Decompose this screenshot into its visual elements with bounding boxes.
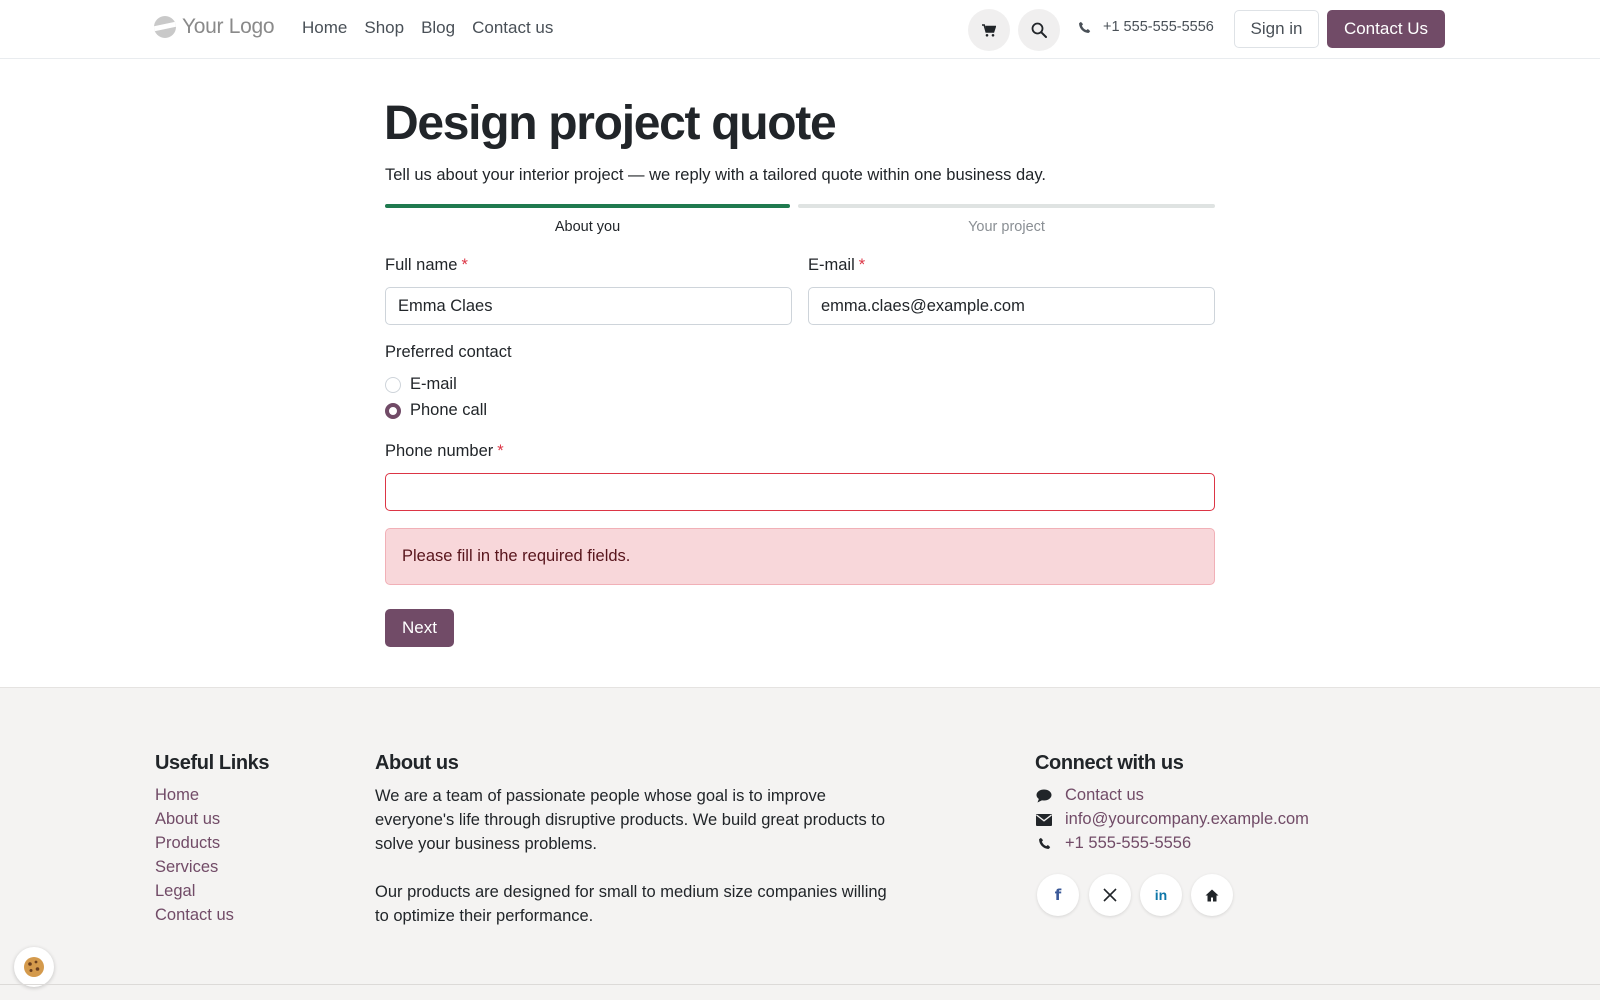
- footer-link-products[interactable]: Products: [155, 834, 234, 853]
- useful-links-title: Useful Links: [155, 752, 270, 774]
- search-button[interactable]: [1018, 9, 1060, 51]
- required-marker: *: [497, 442, 504, 460]
- footer-link-home[interactable]: Home: [155, 786, 234, 805]
- search-icon: [1031, 22, 1047, 38]
- connect-email[interactable]: info@yourcompany.example.com: [1035, 810, 1309, 829]
- radio-email-label: E-mail: [410, 375, 457, 393]
- header-phone-link[interactable]: +1 555-555-5556: [1078, 19, 1214, 35]
- next-button[interactable]: Next: [385, 609, 454, 647]
- radio-email[interactable]: [385, 376, 401, 393]
- about-us-title: About us: [375, 752, 459, 774]
- header-phone-text: +1 555-555-5556: [1103, 19, 1214, 35]
- logo-text: Your Logo: [182, 15, 275, 38]
- connect-phone[interactable]: +1 555-555-5556: [1035, 834, 1309, 853]
- step-label-your-project: Your project: [968, 219, 1045, 235]
- main-nav: Home Shop Blog Contact us: [302, 18, 553, 38]
- nav-home[interactable]: Home: [302, 18, 347, 38]
- radio-phone-call-label: Phone call: [410, 401, 488, 419]
- full-name-label: Full name *: [385, 256, 468, 275]
- x-button[interactable]: [1089, 874, 1131, 916]
- nav-blog[interactable]: Blog: [421, 18, 455, 38]
- connect-list: Contact us info@yourcompany.example.com …: [1035, 786, 1309, 853]
- cookie-button[interactable]: [14, 947, 54, 987]
- required-marker: *: [858, 256, 866, 274]
- email-label-text: E-mail: [808, 256, 855, 274]
- sign-in-button[interactable]: Sign in: [1234, 10, 1319, 48]
- radio-option-phone-call[interactable]: Phone call: [385, 401, 487, 420]
- linkedin-icon: in: [1154, 887, 1168, 903]
- home-button[interactable]: [1191, 874, 1233, 916]
- error-alert: Please fill in the required fields.: [385, 528, 1215, 585]
- connect-phone-text: +1 555-555-5556: [1065, 834, 1192, 852]
- connect-contact-us[interactable]: Contact us: [1035, 786, 1309, 805]
- footer-link-legal[interactable]: Legal: [155, 882, 234, 901]
- progress-step-about-you: [385, 204, 790, 208]
- nav-contact-us[interactable]: Contact us: [472, 18, 553, 38]
- page-title: Design project quote: [384, 97, 837, 150]
- cookie-icon: [24, 957, 44, 977]
- facebook-button[interactable]: f: [1037, 874, 1079, 916]
- phone-number-label: Phone number *: [385, 442, 504, 461]
- footer-link-services[interactable]: Services: [155, 858, 234, 877]
- home-icon: [1205, 889, 1219, 901]
- chat-icon: [1035, 789, 1053, 803]
- linkedin-button[interactable]: in: [1140, 874, 1182, 916]
- phone-icon: [1035, 837, 1053, 850]
- email-input[interactable]: emma.claes@example.com: [808, 287, 1215, 325]
- radio-option-email[interactable]: E-mail: [385, 375, 457, 394]
- about-us-paragraph-2: Our products are designed for small to m…: [375, 883, 887, 925]
- preferred-contact-label: Preferred contact: [385, 343, 512, 361]
- step-label-about-you: About you: [554, 219, 621, 235]
- footer-link-contact-us[interactable]: Contact us: [155, 906, 234, 925]
- email-label: E-mail *: [808, 256, 865, 275]
- about-us-paragraph-1: We are a team of passionate people whose…: [375, 787, 886, 853]
- site-header: Your Logo Home Shop Blog Contact us +1 5…: [0, 0, 1600, 59]
- full-name-input[interactable]: Emma Claes: [385, 287, 792, 325]
- cart-icon: [982, 23, 996, 37]
- nav-shop[interactable]: Shop: [364, 18, 404, 38]
- envelope-icon: [1035, 813, 1053, 826]
- contact-us-button[interactable]: Contact Us: [1327, 10, 1445, 48]
- useful-links-list: Home About us Products Services Legal Co…: [155, 786, 234, 925]
- required-marker: *: [461, 256, 468, 274]
- full-name-label-text: Full name: [385, 256, 458, 274]
- phone-number-input[interactable]: [385, 473, 1215, 511]
- phone-number-label-text: Phone number: [385, 442, 494, 460]
- progress-step-your-project: [798, 204, 1215, 208]
- connect-title: Connect with us: [1035, 752, 1184, 774]
- logo-icon: [154, 16, 176, 38]
- page-subtitle: Tell us about your interior project — we…: [385, 166, 1046, 184]
- footer-link-about-us[interactable]: About us: [155, 810, 234, 829]
- facebook-icon: f: [1054, 886, 1062, 904]
- connect-contact-us-text: Contact us: [1065, 786, 1144, 804]
- phone-icon: [1079, 21, 1091, 33]
- connect-email-text: info@yourcompany.example.com: [1065, 810, 1309, 828]
- logo[interactable]: Your Logo: [154, 15, 275, 39]
- x-icon: [1103, 888, 1117, 902]
- radio-phone-call[interactable]: [385, 402, 401, 419]
- cart-button[interactable]: [968, 9, 1010, 51]
- footer-bottom-divider: [0, 984, 1600, 985]
